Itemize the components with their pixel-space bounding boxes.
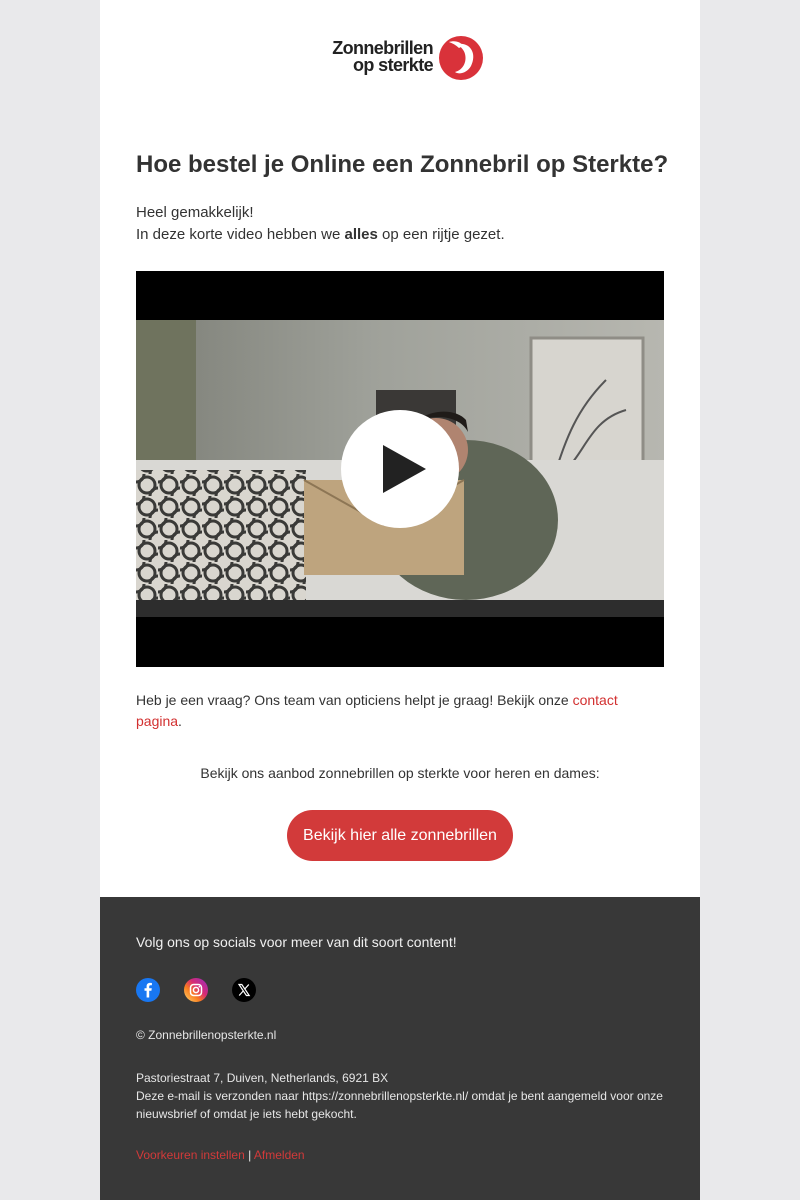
- instagram-icon[interactable]: [184, 978, 208, 1002]
- intro-line-1: Heel gemakkelijk!: [136, 204, 254, 221]
- copyright-text: © Zonnebrillenopsterkte.nl: [136, 1028, 277, 1042]
- intro-emphasis: alles: [344, 226, 378, 243]
- video-player[interactable]: [136, 271, 664, 667]
- brand-logo[interactable]: Zonnebrillen op sterkte: [315, 34, 485, 84]
- x-icon[interactable]: [232, 978, 256, 1002]
- help-text-end: .: [178, 713, 182, 729]
- logo-wordmark: Zonnebrillen op sterkte: [315, 39, 434, 75]
- help-text-body: Heb je een vraag? Ons team van opticiens…: [136, 692, 573, 708]
- footer-address-block: Pastoriestraat 7, Duiven, Netherlands, 6…: [136, 1069, 666, 1123]
- footer-links: Voorkeuren instellen | Afmelden: [136, 1148, 305, 1162]
- play-button[interactable]: [341, 410, 459, 528]
- intro-line-2: In deze korte video hebben we alles op e…: [136, 224, 676, 246]
- email-notice: Deze e-mail is verzonden naar https://zo…: [136, 1089, 663, 1121]
- view-all-sunglasses-button[interactable]: Bekijk hier alle zonnebrillen: [287, 810, 513, 861]
- help-text: Heb je een vraag? Ons team van opticiens…: [136, 690, 664, 732]
- company-address: Pastoriestraat 7, Duiven, Netherlands, 6…: [136, 1071, 389, 1085]
- link-separator: |: [248, 1148, 252, 1162]
- intro-line-2-start: In deze korte video hebben we: [136, 226, 345, 243]
- offer-text: Bekijk ons aanbod zonnebrillen op sterkt…: [200, 765, 600, 781]
- play-icon: [383, 445, 426, 493]
- preferences-link[interactable]: Voorkeuren instellen: [136, 1148, 245, 1162]
- email-card: Zonnebrillen op sterkte Hoe bestel je On…: [100, 0, 700, 1200]
- logo-mark-icon: [439, 36, 483, 80]
- footer: Volg ons op socials voor meer van dit so…: [100, 897, 700, 1200]
- unsubscribe-link[interactable]: Afmelden: [254, 1148, 305, 1162]
- logo-line-2: op sterkte: [352, 55, 434, 75]
- facebook-icon[interactable]: [136, 978, 160, 1002]
- intro-text: Heel gemakkelijk! In deze korte video he…: [136, 202, 676, 246]
- follow-text: Volg ons op socials voor meer van dit so…: [136, 934, 457, 950]
- page-title: Hoe bestel je Online een Zonnebril op St…: [136, 151, 669, 178]
- intro-line-2-end: op een rijtje gezet.: [377, 226, 505, 243]
